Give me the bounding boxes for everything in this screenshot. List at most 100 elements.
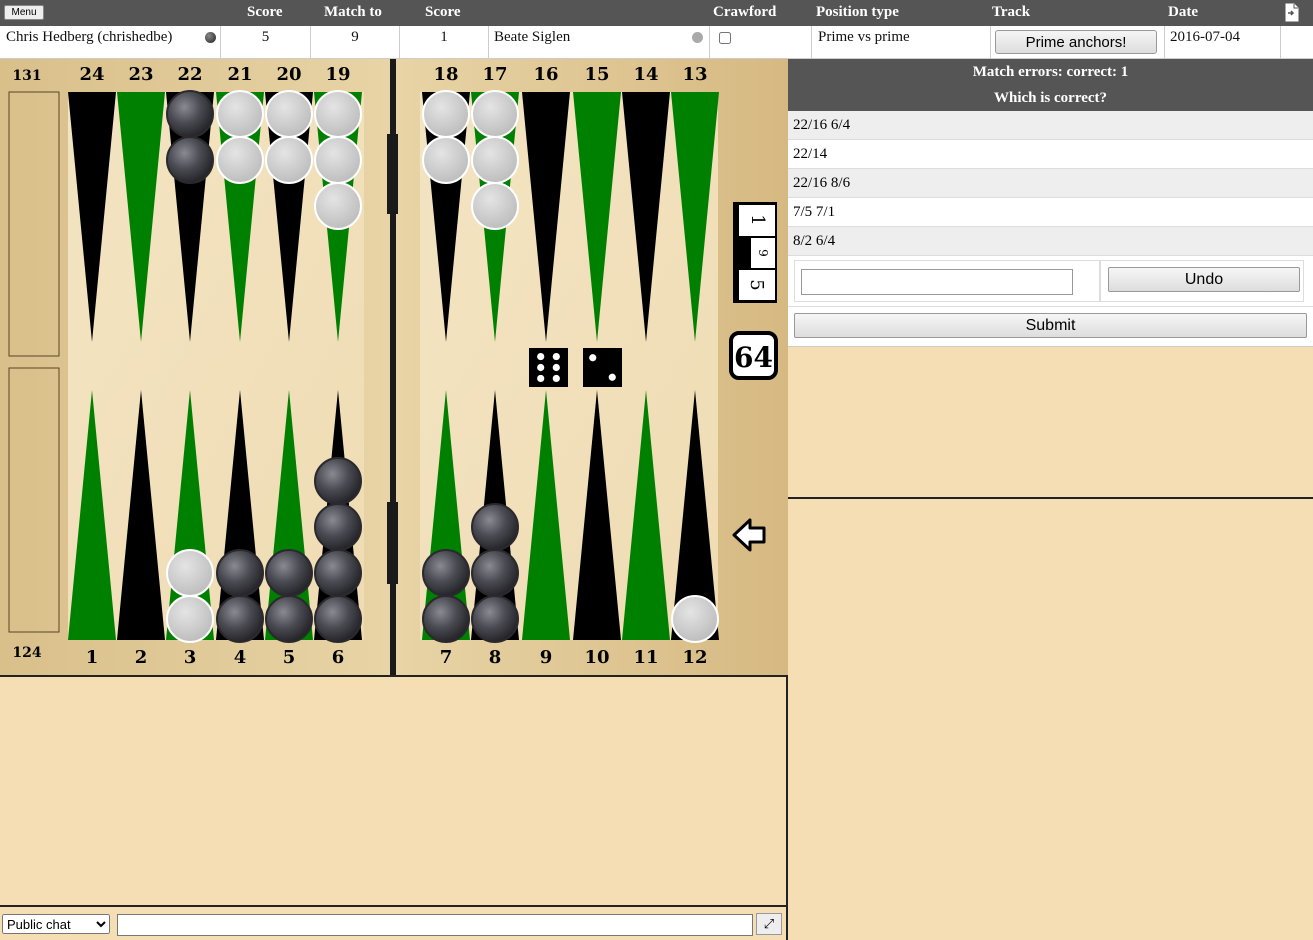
light-checker[interactable] — [265, 90, 313, 138]
dark-checker[interactable] — [265, 595, 313, 643]
player2-cell: Beate Siglen — [489, 26, 710, 58]
point-label: 14 — [633, 64, 658, 85]
match-to-cell: 9 — [311, 26, 400, 58]
point-label: 17 — [482, 64, 507, 85]
menu-button[interactable]: Menu — [4, 5, 44, 20]
point-label: 6 — [332, 647, 345, 668]
track-header: Track — [992, 4, 1031, 20]
crawford-checkbox[interactable] — [719, 32, 731, 44]
dark-checker[interactable] — [216, 549, 264, 597]
dark-checker[interactable] — [166, 136, 214, 184]
position-type-cell: Prime vs prime — [812, 26, 991, 58]
light-checker[interactable] — [471, 136, 519, 184]
dark-checker[interactable] — [166, 90, 214, 138]
light-checker[interactable] — [314, 182, 362, 230]
score-header: Score — [247, 4, 283, 20]
submit-row: Submit — [788, 307, 1313, 347]
document-export-icon[interactable] — [1284, 3, 1300, 22]
dark-checker[interactable] — [471, 595, 519, 643]
light-checker[interactable] — [216, 90, 264, 138]
die-pip — [537, 352, 545, 361]
expand-icon: ⤢ — [763, 916, 775, 931]
light-checker[interactable] — [265, 136, 313, 184]
light-checker[interactable] — [216, 136, 264, 184]
die-pip — [552, 363, 560, 372]
dark-checker[interactable] — [422, 549, 470, 597]
dark-checker[interactable] — [314, 457, 362, 505]
light-player-indicator-icon — [692, 32, 703, 43]
light-checker[interactable] — [166, 549, 214, 597]
move-choice[interactable]: 22/16 8/6 — [788, 169, 1313, 198]
pip-count-top: 131 — [12, 68, 41, 84]
dark-checker[interactable] — [314, 595, 362, 643]
point-label: 20 — [276, 64, 301, 85]
dark-player-indicator-icon — [205, 32, 216, 43]
point-label: 23 — [128, 64, 153, 85]
position-type-header: Position type — [816, 4, 899, 20]
dark-checker[interactable] — [314, 503, 362, 551]
tracker-value-2: 9 — [756, 249, 770, 257]
doubling-cube[interactable]: 64 — [729, 331, 778, 380]
light-checker[interactable] — [471, 90, 519, 138]
undo-button[interactable]: Undo — [1108, 267, 1300, 292]
die[interactable] — [583, 348, 622, 387]
point-label: 4 — [234, 647, 247, 668]
point-label: 5 — [283, 647, 296, 668]
question-panel: Match errors: correct: 1 Which is correc… — [788, 59, 1313, 347]
backgammon-board[interactable]: 131 124 24 23 22 21 20 19 18 17 16 15 14 131 2 3 4 5 6 7 8… — [0, 59, 788, 675]
submit-button[interactable]: Submit — [794, 313, 1307, 338]
light-checker[interactable] — [166, 595, 214, 643]
die-pip — [537, 374, 545, 383]
panel-divider-vertical — [786, 675, 788, 940]
light-checker[interactable] — [422, 90, 470, 138]
panel-header: Match errors: correct: 1 Which is correc… — [788, 59, 1313, 111]
answer-input[interactable] — [801, 269, 1073, 295]
move-choice[interactable]: 8/2 6/4 — [788, 227, 1313, 256]
tracker-value-1: 1 — [747, 214, 768, 225]
point-label: 13 — [682, 64, 707, 85]
die-pip — [552, 374, 560, 383]
die-pip — [537, 363, 545, 372]
die-pip — [608, 373, 616, 381]
dark-checker[interactable] — [314, 549, 362, 597]
chat-input[interactable] — [117, 914, 753, 936]
dark-checker[interactable] — [422, 595, 470, 643]
crawford-cell — [710, 26, 812, 58]
score-header-2: Score — [425, 4, 461, 20]
light-checker[interactable] — [471, 182, 519, 230]
match-info-row: Chris Hedberg (chrishedbe) 5 9 1 Beate S… — [0, 26, 1313, 59]
match-to-header: Match to — [324, 4, 382, 20]
player1-name: Chris Hedberg (chrishedbe) — [6, 29, 173, 45]
move-choice[interactable]: 7/5 7/1 — [788, 198, 1313, 227]
player2-name: Beate Siglen — [494, 29, 571, 45]
dark-checker[interactable] — [471, 549, 519, 597]
tracker-value-3: 5 — [746, 279, 767, 290]
dark-checker[interactable] — [265, 549, 313, 597]
light-checker[interactable] — [671, 595, 719, 643]
point-label: 18 — [433, 64, 458, 85]
question-text: Which is correct? — [993, 90, 1108, 106]
answer-row: Undo — [788, 256, 1313, 307]
light-checker[interactable] — [314, 90, 362, 138]
dark-checker[interactable] — [216, 595, 264, 643]
move-choice[interactable]: 22/14 — [788, 140, 1313, 169]
chat-log — [0, 675, 786, 907]
track-cell: Prime anchors! — [991, 26, 1165, 58]
point-label: 21 — [227, 64, 252, 85]
track-button[interactable]: Prime anchors! — [995, 30, 1157, 54]
dark-checker[interactable] — [471, 503, 519, 551]
score2-cell: 1 — [400, 26, 489, 58]
match-header: Menu Score Match to Score Crawford Posit… — [0, 0, 1313, 26]
chat-channel-select[interactable]: Public chat — [2, 914, 110, 934]
expand-chat-button[interactable]: ⤢ — [756, 913, 782, 935]
point-label: 16 — [533, 64, 558, 85]
point-label: 19 — [325, 64, 350, 85]
light-checker[interactable] — [314, 136, 362, 184]
move-choice[interactable]: 22/16 6/4 — [788, 111, 1313, 140]
score1-cell: 5 — [221, 26, 311, 58]
point-label: 15 — [584, 64, 609, 85]
point-label: 3 — [184, 647, 197, 668]
die[interactable] — [529, 348, 568, 387]
light-checker[interactable] — [422, 136, 470, 184]
pip-count-bottom: 124 — [12, 645, 41, 661]
